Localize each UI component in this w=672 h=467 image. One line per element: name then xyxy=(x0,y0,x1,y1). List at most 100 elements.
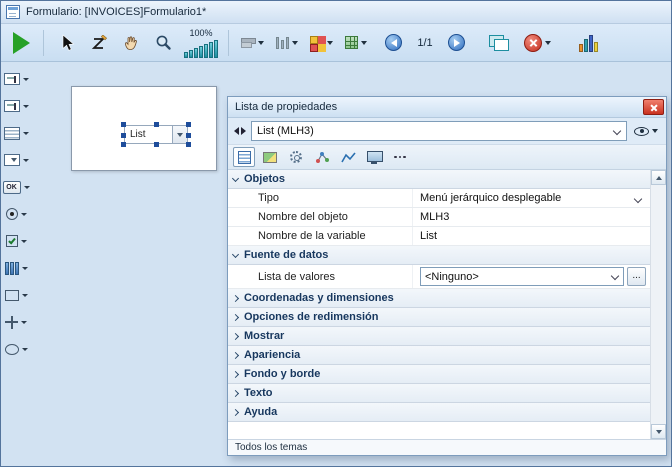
input-tool-button[interactable] xyxy=(4,97,29,115)
zoom-level-label: 100% xyxy=(189,28,212,38)
properties-view-button[interactable] xyxy=(233,147,255,167)
previous-page-button[interactable] xyxy=(385,34,402,51)
combobox-tool-button[interactable] xyxy=(4,151,29,169)
settings-view-button[interactable] xyxy=(285,147,307,167)
chevron-down-icon xyxy=(23,78,29,81)
previous-object-button[interactable] xyxy=(234,127,239,135)
events-view-button[interactable] xyxy=(311,147,333,167)
run-form-button[interactable] xyxy=(9,28,33,58)
distribute-icon xyxy=(276,37,289,49)
selection-handle[interactable] xyxy=(154,122,159,127)
object-tool-palette: OK xyxy=(1,62,31,466)
entry-order-tool-button[interactable] xyxy=(86,28,112,58)
chevron-down-icon xyxy=(22,294,28,297)
scroll-down-button[interactable] xyxy=(651,424,666,439)
input-field-icon xyxy=(4,100,20,112)
text-tool-button[interactable] xyxy=(4,70,29,88)
property-label: Lista de valores xyxy=(228,265,413,288)
events-nodes-icon xyxy=(315,151,330,164)
edit-list-button[interactable]: ... xyxy=(627,267,646,286)
select-tool-button[interactable] xyxy=(54,28,80,58)
toolbar-separator xyxy=(43,30,44,56)
property-value-input[interactable]: MLH3 xyxy=(413,208,650,226)
image-view-button[interactable] xyxy=(259,147,281,167)
panel-titlebar[interactable]: Lista de propiedades xyxy=(228,97,666,118)
section-header-objetos[interactable]: Objetos xyxy=(228,170,650,189)
object-selector-row: List (MLH3) xyxy=(228,118,666,145)
scroll-up-button[interactable] xyxy=(651,170,666,185)
panel-title: Lista de propiedades xyxy=(235,101,337,113)
selection-handle[interactable] xyxy=(121,133,126,138)
more-options-button[interactable] xyxy=(389,147,411,167)
selection-handle[interactable] xyxy=(154,142,159,147)
chevron-down-icon xyxy=(361,41,367,45)
chevron-down-icon xyxy=(23,132,29,135)
section-header-fuente-de-datos[interactable]: Fuente de datos xyxy=(228,246,650,265)
next-object-button[interactable] xyxy=(241,127,246,135)
curve-view-button[interactable] xyxy=(337,147,359,167)
selection-handle[interactable] xyxy=(186,122,191,127)
selection-handle[interactable] xyxy=(121,122,126,127)
crosshair-icon xyxy=(5,316,18,329)
selection-handle[interactable] xyxy=(186,133,191,138)
line-tool-button[interactable] xyxy=(5,313,27,331)
value-list-dropdown[interactable]: <Ninguno> xyxy=(420,267,624,286)
object-nav-arrows xyxy=(234,127,246,135)
object-selector-dropdown[interactable]: List (MLH3) xyxy=(251,121,627,141)
chevron-down-icon xyxy=(21,213,27,216)
selection-handle[interactable] xyxy=(121,142,126,147)
splitter-icon xyxy=(5,262,19,275)
property-value-input[interactable]: List xyxy=(413,227,650,245)
section-header-texto[interactable]: Texto xyxy=(228,384,650,403)
chart-tool-button[interactable] xyxy=(579,34,598,52)
zoom-tool-button[interactable] xyxy=(150,28,176,58)
property-row-nombre-variable: Nombre de la variable List xyxy=(228,227,650,246)
form-design-surface[interactable]: List xyxy=(71,86,217,171)
splitter-tool-button[interactable] xyxy=(5,259,28,277)
zoom-level-control[interactable]: 100% xyxy=(184,28,218,58)
hand-icon xyxy=(123,35,139,51)
chevron-down-icon xyxy=(23,105,29,108)
grid-snap-menu-button[interactable] xyxy=(345,36,367,49)
section-header-opciones-redimension[interactable]: Opciones de redimensión xyxy=(228,308,650,327)
property-label: Tipo xyxy=(228,189,413,207)
oval-tool-button[interactable] xyxy=(5,340,28,358)
window-titlebar[interactable]: Formulario: [INVOICES]Formulario1* xyxy=(1,1,671,24)
form-window-icon xyxy=(6,5,20,19)
zigzag-pencil-icon xyxy=(91,35,107,51)
section-header-ayuda[interactable]: Ayuda xyxy=(228,403,650,422)
checkbox-tool-button[interactable] xyxy=(6,232,27,250)
level-menu-button[interactable] xyxy=(310,36,333,50)
close-button[interactable] xyxy=(643,99,664,115)
zoom-bars-icon xyxy=(184,39,218,58)
rectangle-icon xyxy=(5,290,19,301)
windows-list-button[interactable] xyxy=(489,35,508,50)
section-header-mostrar[interactable]: Mostrar xyxy=(228,327,650,346)
next-page-button[interactable] xyxy=(448,34,465,51)
ellipsis-icon xyxy=(394,156,406,159)
section-header-coordenadas[interactable]: Coordenadas y dimensiones xyxy=(228,289,650,308)
distribute-menu-button[interactable] xyxy=(276,37,298,49)
chevron-down-icon xyxy=(652,129,658,133)
display-view-button[interactable] xyxy=(363,147,385,167)
hierarchical-popup-widget[interactable]: List xyxy=(124,125,188,144)
chevron-down-icon xyxy=(21,240,27,243)
listbox-tool-button[interactable] xyxy=(4,124,29,142)
panel-scrollbar[interactable] xyxy=(650,170,666,439)
delete-menu-button[interactable] xyxy=(524,34,551,52)
property-value-dropdown[interactable]: Menú jerárquico desplegable xyxy=(413,189,650,207)
button-tool-button[interactable]: OK xyxy=(3,178,30,196)
eye-icon xyxy=(634,127,649,136)
curve-icon xyxy=(341,151,356,164)
pan-tool-button[interactable] xyxy=(118,28,144,58)
selection-handle[interactable] xyxy=(186,142,191,147)
section-label: Fuente de datos xyxy=(244,249,328,261)
align-menu-button[interactable] xyxy=(241,37,264,49)
radio-tool-button[interactable] xyxy=(6,205,27,223)
section-header-fondo-y-borde[interactable]: Fondo y borde xyxy=(228,365,650,384)
rectangle-tool-button[interactable] xyxy=(5,286,28,304)
view-options-button[interactable] xyxy=(632,127,660,136)
chevron-collapsed-icon xyxy=(232,332,239,339)
section-header-apariencia[interactable]: Apariencia xyxy=(228,346,650,365)
chevron-down-icon xyxy=(545,41,551,45)
